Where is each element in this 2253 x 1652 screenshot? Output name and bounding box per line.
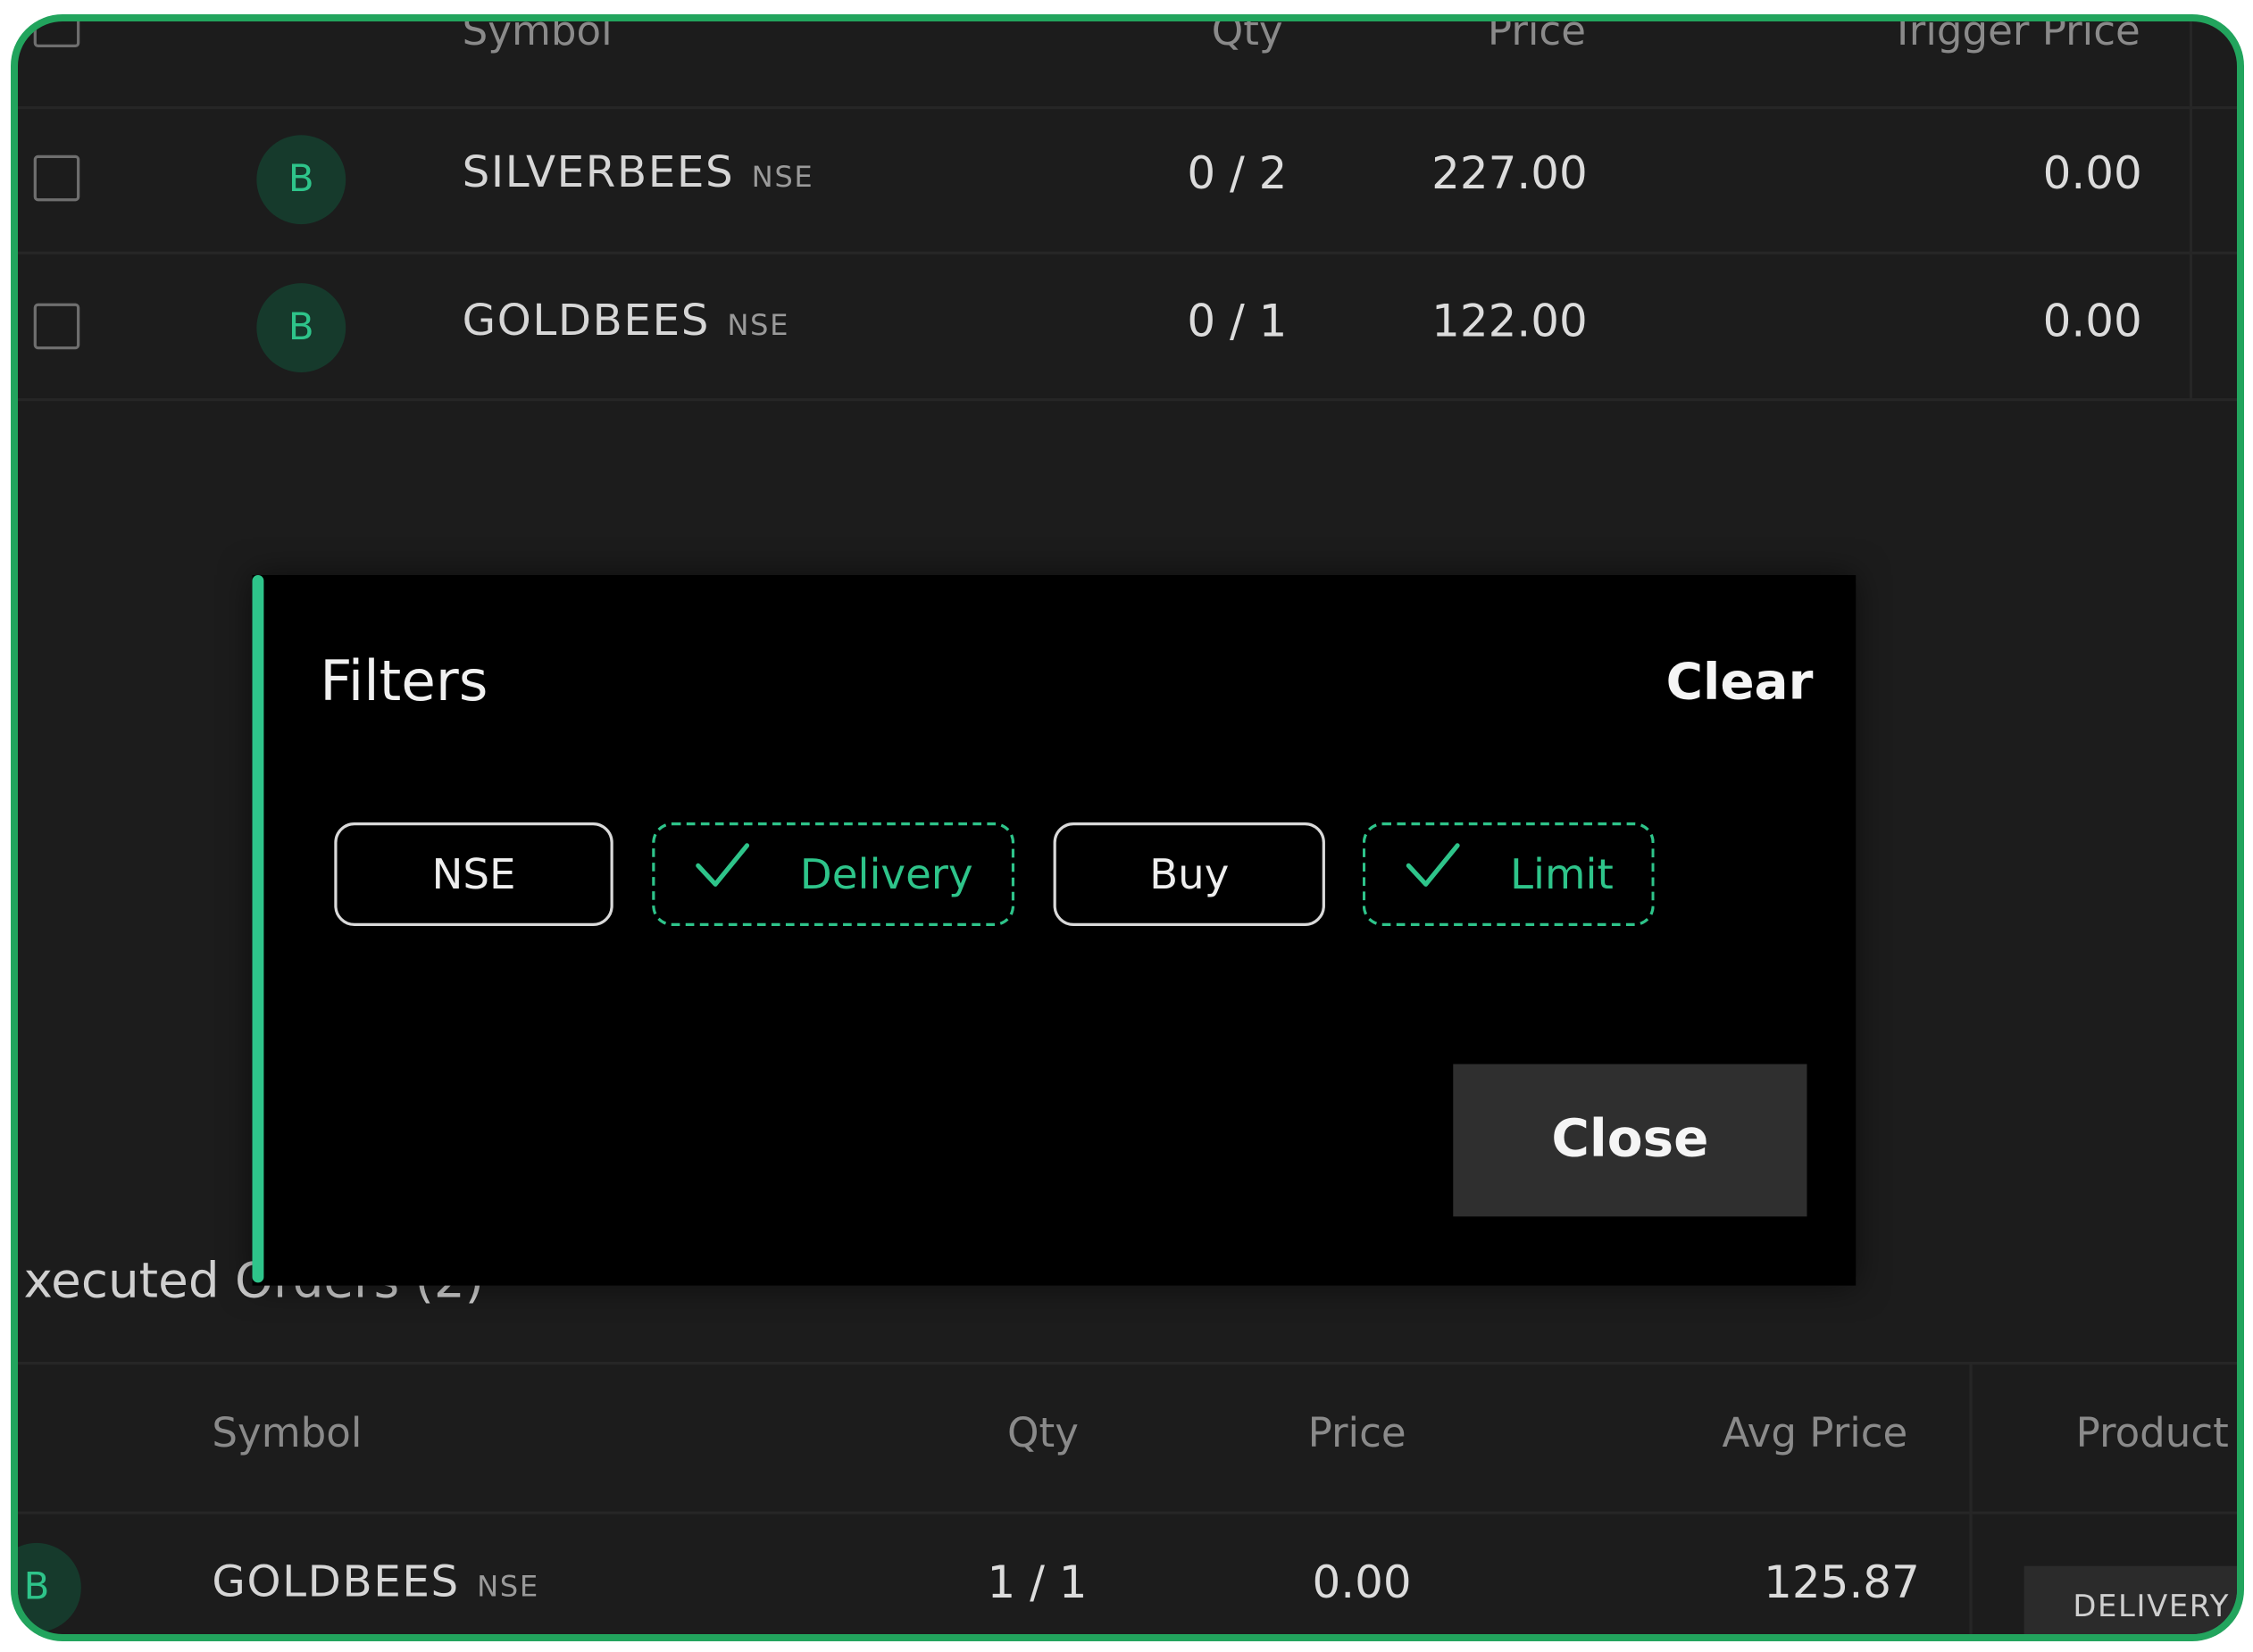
- order-price: 227.00: [1431, 147, 1588, 200]
- header-avg-price: Avg Price: [1722, 1409, 1908, 1457]
- filter-chip-nse[interactable]: NSE: [334, 822, 613, 927]
- exchange-label: NSE: [727, 307, 790, 343]
- order-symbol: GOLDBEES NSE: [212, 1557, 538, 1607]
- select-all-checkbox[interactable]: [33, 21, 80, 47]
- check-icon: [1404, 828, 1461, 926]
- symbol-name: GOLDBEES: [212, 1557, 460, 1608]
- chip-label: Limit: [1509, 849, 1614, 899]
- order-qty: 0 / 1: [1187, 296, 1288, 348]
- order-trigger-price: 0.00: [2042, 147, 2142, 200]
- close-button[interactable]: Close: [1453, 1064, 1807, 1217]
- order-qty: 0 / 2: [1187, 147, 1288, 200]
- chip-label: NSE: [431, 849, 516, 899]
- buy-badge: B: [18, 1542, 81, 1632]
- order-avg-price: 125.87: [1764, 1557, 1920, 1609]
- column-divider: [2189, 21, 2193, 398]
- order-price: 0.00: [1312, 1557, 1412, 1609]
- divider: [18, 1361, 2237, 1365]
- filters-modal: Filters Clear NSE Delivery Buy Limit Clo…: [252, 575, 1857, 1286]
- order-symbol: SILVERBEES NSE: [463, 148, 814, 198]
- filter-chip-buy[interactable]: Buy: [1053, 822, 1325, 927]
- divider: [18, 1511, 2237, 1514]
- product-badge: DELIVERY: [2024, 1565, 2237, 1634]
- filter-chip-limit[interactable]: Limit: [1362, 822, 1655, 927]
- divider: [18, 106, 2237, 110]
- row-checkbox[interactable]: [33, 303, 80, 350]
- header-symbol: Symbol: [212, 1409, 363, 1457]
- header-price: Price: [1307, 1409, 1406, 1457]
- buy-badge: B: [256, 135, 346, 225]
- chip-label: Buy: [1149, 849, 1230, 899]
- column-divider: [1969, 1361, 1973, 1634]
- app-frame: Symbol Qty Price Trigger Price B SILVERB…: [11, 14, 2244, 1641]
- header-product: Product: [2075, 1409, 2229, 1457]
- header-symbol: Symbol: [462, 14, 613, 55]
- header-trigger-price: Trigger Price: [1890, 14, 2140, 55]
- check-icon: [694, 828, 751, 926]
- order-trigger-price: 0.00: [2042, 296, 2142, 348]
- symbol-name: SILVERBEES: [462, 147, 735, 199]
- header-price: Price: [1487, 14, 1586, 55]
- header-qty: Qty: [1211, 14, 1283, 55]
- row-checkbox[interactable]: [33, 154, 80, 202]
- order-price: 122.00: [1431, 296, 1588, 348]
- filter-chip-delivery[interactable]: Delivery: [652, 822, 1015, 927]
- symbol-name: GOLDBEES: [462, 296, 711, 346]
- order-symbol: GOLDBEES NSE: [463, 296, 789, 346]
- divider: [18, 397, 2237, 402]
- order-qty: 1 / 1: [987, 1557, 1088, 1609]
- clear-button[interactable]: Clear: [1666, 655, 1814, 712]
- chip-label: Delivery: [799, 849, 973, 899]
- exchange-label: NSE: [477, 1568, 539, 1604]
- divider: [18, 251, 2237, 254]
- buy-badge: B: [256, 283, 346, 372]
- exchange-label: NSE: [751, 159, 814, 195]
- header-qty: Qty: [1007, 1409, 1079, 1457]
- modal-title: Filters: [320, 649, 488, 715]
- modal-accent-bar: [252, 575, 264, 1283]
